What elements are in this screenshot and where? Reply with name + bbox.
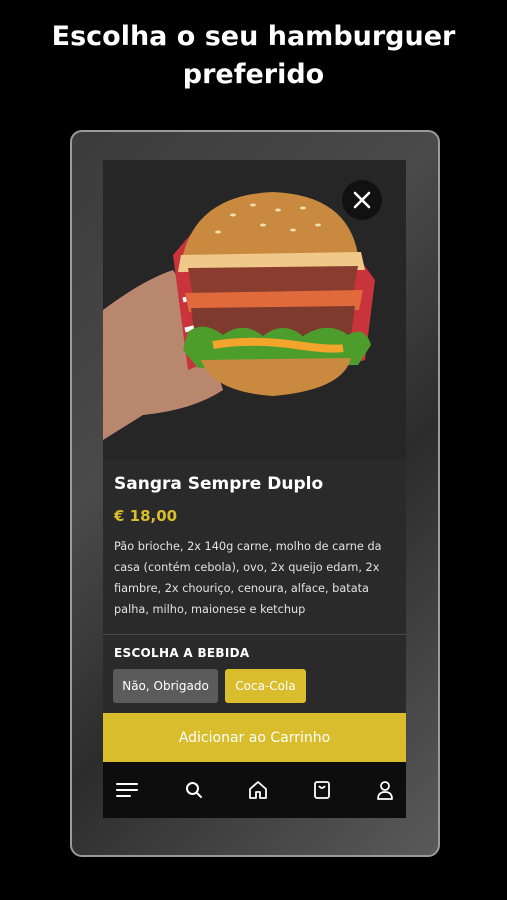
headline-line-1: Escolha o seu hamburguer	[51, 21, 456, 52]
headline-line-2: preferido	[182, 59, 325, 90]
nav-home[interactable]	[246, 778, 270, 802]
nav-search[interactable]	[182, 778, 206, 802]
home-icon	[249, 781, 267, 799]
close-button[interactable]	[342, 180, 382, 220]
drink-option-none[interactable]: Não, Obrigado	[113, 669, 218, 703]
section-divider	[103, 634, 406, 635]
burger-photo	[103, 160, 406, 460]
product-price: € 18,00	[114, 507, 178, 525]
drink-section-label: ESCOLHA A BEBIDA	[114, 646, 250, 660]
search-icon	[186, 782, 202, 798]
profile-icon	[377, 781, 393, 800]
kiosk-screen: Sangra Sempre Duplo € 18,00 Pão brioche,…	[103, 160, 406, 818]
add-to-cart-button[interactable]: Adicionar ao Carrinho	[103, 713, 406, 762]
drink-option-coca-cola[interactable]: Coca-Cola	[225, 669, 306, 703]
product-description: Pão brioche, 2x 140g carne, molho de car…	[114, 540, 382, 616]
nav-menu[interactable]	[115, 778, 139, 802]
menu-icon	[116, 783, 138, 797]
bottom-nav	[103, 762, 406, 818]
close-icon	[353, 191, 371, 209]
page-headline: Escolha o seu hamburguer preferido	[0, 18, 507, 94]
nav-cart[interactable]	[310, 778, 334, 802]
product-name: Sangra Sempre Duplo	[114, 474, 324, 494]
nav-profile[interactable]	[373, 778, 397, 802]
bag-icon	[314, 781, 330, 799]
